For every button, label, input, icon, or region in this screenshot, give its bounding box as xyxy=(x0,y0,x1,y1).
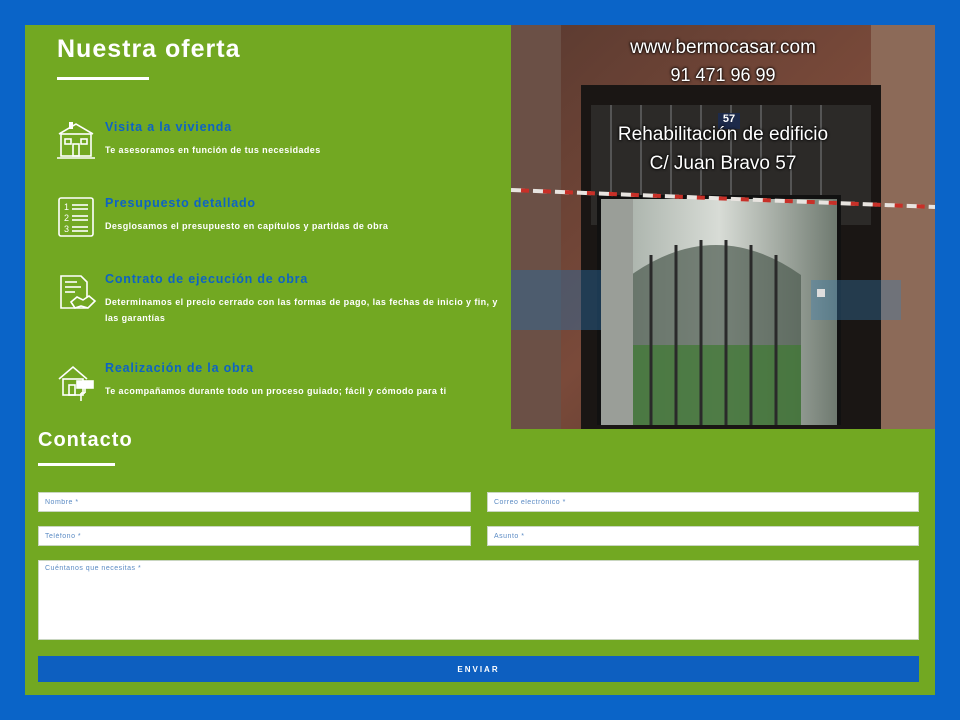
svg-text:2: 2 xyxy=(64,213,69,223)
oferta-item-title: Presupuesto detallado xyxy=(105,196,256,210)
house-icon xyxy=(55,120,97,162)
oferta-item-title: Contrato de ejecución de obra xyxy=(105,272,309,286)
enviar-button[interactable]: ENVIAR xyxy=(38,656,919,682)
nombre-input[interactable] xyxy=(38,492,471,512)
photo-website: www.bermocasar.com xyxy=(630,37,816,58)
oferta-item-title: Visita a la vivienda xyxy=(105,120,232,134)
photo-caption-line1: Rehabilitación de edificio xyxy=(617,124,829,145)
contract-handshake-icon xyxy=(55,272,97,314)
photo-caption-line2: C/ Juan Bravo 57 xyxy=(649,153,797,174)
oferta-title-underline xyxy=(57,77,149,80)
svg-text:1: 1 xyxy=(64,202,69,212)
oferta-title: Nuestra oferta xyxy=(57,35,241,63)
oferta-item-desc: Te asesoramos en función de tus necesida… xyxy=(105,145,321,155)
mensaje-textarea[interactable] xyxy=(38,560,919,640)
oferta-item-desc: Determinamos el precio cerrado con las f… xyxy=(105,297,498,323)
photo-phone: 91 471 96 99 xyxy=(670,65,776,85)
contacto-title-underline xyxy=(38,463,115,466)
oferta-item-desc: Te acompañamos durante todo un proceso g… xyxy=(105,386,447,396)
oferta-item-title: Realización de la obra xyxy=(105,361,254,375)
oferta-item-presupuesto: 1 2 3 Presupuesto detallado Desglosamos … xyxy=(55,196,495,246)
oferta-item-desc: Desglosamos el presupuesto en capítulos … xyxy=(105,221,389,231)
telefono-input[interactable] xyxy=(38,526,471,546)
numbered-list-icon: 1 2 3 xyxy=(55,196,97,238)
house-paint-roller-icon xyxy=(55,361,97,403)
oferta-item-contrato: Contrato de ejecución de obra Determinam… xyxy=(55,272,497,332)
contacto-title: Contacto xyxy=(38,429,133,451)
oferta-item-visita: Visita a la vivienda Te asesoramos en fu… xyxy=(55,120,495,170)
building-rehab-photo: www.bermocasar.com 91 471 96 99 57 Rehab… xyxy=(511,25,935,429)
oferta-item-realizacion: Realización de la obra Te acompañamos du… xyxy=(55,361,495,411)
correo-input[interactable] xyxy=(487,492,919,512)
content-panel: Nuestra oferta Visita a la vivienda Te a… xyxy=(25,25,935,695)
asunto-input[interactable] xyxy=(487,526,919,546)
svg-text:3: 3 xyxy=(64,224,69,234)
